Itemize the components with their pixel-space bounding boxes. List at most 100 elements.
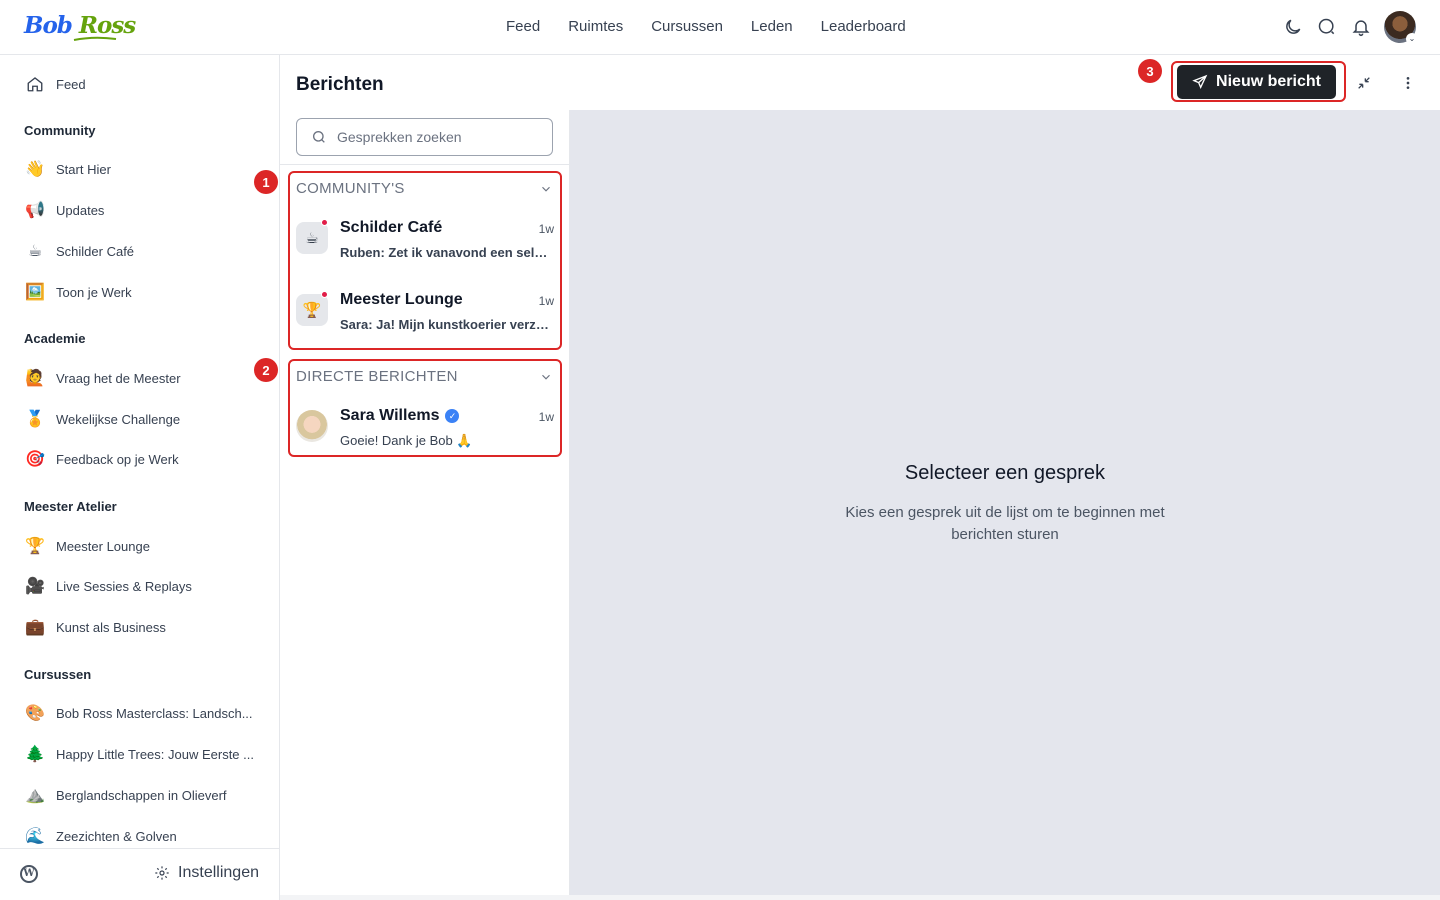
conversation-name: Schilder Café [340, 219, 443, 236]
trophy-icon: 🏆 [25, 538, 45, 555]
user-avatar[interactable]: ⌄ [1384, 11, 1418, 45]
conversation-schilder-cafe[interactable]: ☕ Schilder Café 1w Ruben: Zet ik vanavon… [296, 216, 554, 276]
wave-icon: 👋 [25, 161, 45, 178]
section-title-meester-atelier: Meester Atelier [24, 499, 117, 514]
chevron-down-icon: ⌄ [1406, 33, 1418, 45]
conversation-time: 1w [538, 294, 554, 308]
group-title-communities[interactable]: COMMUNITY'S [296, 180, 405, 197]
search-input[interactable] [337, 129, 537, 145]
section-title-community: Community [24, 123, 96, 138]
settings-button[interactable]: Instellingen [154, 864, 259, 882]
new-message-button[interactable]: Nieuw bericht [1177, 65, 1336, 99]
unread-dot [321, 291, 328, 298]
top-navigation: Feed Ruimtes Cursussen Leden Leaderboard [506, 18, 934, 35]
moon-icon[interactable] [1276, 10, 1310, 44]
nav-leaderboard[interactable]: Leaderboard [821, 18, 906, 35]
sidebar-item-label: Start Hier [56, 161, 111, 177]
sidebar-item-wekelijkse-challenge[interactable]: 🏅 Wekelijkse Challenge [24, 408, 180, 430]
avatar [296, 410, 328, 442]
settings-label: Instellingen [178, 864, 259, 881]
wave-water-icon: 🌊 [25, 828, 45, 845]
top-actions: ⌄ [1276, 10, 1418, 45]
coffee-icon: ☕ [27, 243, 43, 260]
nav-feed[interactable]: Feed [506, 18, 540, 35]
sidebar-item-zeezichten[interactable]: 🌊 Zeezichten & Golven [24, 825, 177, 847]
chevron-down-icon[interactable] [539, 182, 553, 196]
mountain-icon: ⛰️ [25, 787, 45, 804]
sidebar-item-updates[interactable]: 📢 Updates [24, 199, 104, 221]
camera-icon: 🎥 [25, 578, 45, 595]
empty-state-subtitle: Kies een gesprek uit de lijst om te begi… [845, 504, 1165, 543]
trophy-icon: 🏆 [296, 294, 328, 326]
palette-icon: 🎨 [25, 705, 45, 722]
search-box[interactable] [296, 118, 553, 156]
sidebar-item-label: Vraag het de Meester [56, 370, 181, 386]
sidebar-item-feed[interactable]: Feed [24, 73, 86, 95]
conversation-pane: Selecteer een gesprek Kies een gesprek u… [570, 110, 1440, 895]
sidebar-item-label: Bob Ross Masterclass: Landsch... [56, 705, 253, 721]
conversation-name: Meester Lounge [340, 291, 463, 308]
conversation-preview: Goeie! Dank je Bob 🙏 [340, 433, 473, 448]
sidebar-item-schilder-cafe[interactable]: ☕ Schilder Café [24, 240, 134, 262]
conversation-preview: Ruben: Zet ik vanavond een selectie klaa… [340, 245, 552, 260]
sidebar-item-meester-lounge[interactable]: 🏆 Meester Lounge [24, 535, 150, 557]
bottom-strip [280, 895, 1440, 900]
annotation-badge-2: 2 [254, 358, 278, 382]
sidebar-item-label: Updates [56, 202, 105, 218]
gear-icon [155, 866, 169, 880]
target-icon: 🎯 [25, 451, 45, 468]
bell-icon[interactable] [1344, 10, 1378, 44]
conversation-time: 1w [538, 410, 554, 424]
sidebar-item-label: Wekelijkse Challenge [56, 411, 181, 427]
sidebar-item-label: Toon je Werk [56, 284, 132, 300]
conversation-time: 1w [538, 222, 554, 236]
sidebar-item-toon-je-werk[interactable]: 🖼️ Toon je Werk [24, 281, 132, 303]
conversation-sara-willems[interactable]: Sara Willems ✓ 1w Goeie! Dank je Bob 🙏 [296, 404, 554, 464]
conversation-meester-lounge[interactable]: 🏆 Meester Lounge 1w Sara: Ja! Mijn kunst… [296, 288, 554, 348]
unread-dot [321, 219, 328, 226]
conversation-preview: Sara: Ja! Mijn kunstkoerier verzorgt het [340, 317, 552, 332]
sidebar-item-live-sessies[interactable]: 🎥 Live Sessies & Replays [24, 575, 192, 597]
nav-leden[interactable]: Leden [751, 18, 793, 35]
group-title-direct-messages[interactable]: DIRECTE BERICHTEN [296, 368, 458, 385]
conversation-name: Sara Willems ✓ [340, 407, 460, 425]
nav-cursussen[interactable]: Cursussen [651, 18, 723, 35]
sidebar: Feed Community 👋 Start Hier 📢 Updates ☕ Sch… [0, 55, 280, 900]
sidebar-item-label: Feedback op je Werk [56, 451, 179, 467]
sidebar-item-label: Live Sessies & Replays [56, 578, 192, 594]
search-icon[interactable] [1310, 10, 1344, 44]
collapse-icon[interactable] [1352, 71, 1376, 95]
more-options-icon[interactable] [1396, 71, 1420, 95]
tree-icon: 🌲 [25, 746, 45, 763]
sidebar-item-feedback-op-je-werk[interactable]: 🎯 Feedback op je Werk [24, 448, 179, 470]
page-title: Berichten [296, 74, 384, 95]
sidebar-item-masterclass[interactable]: 🎨 Bob Ross Masterclass: Landsch... [24, 702, 253, 724]
sidebar-item-label: Meester Lounge [56, 538, 150, 554]
annotation-badge-1: 1 [254, 170, 278, 194]
search-icon [313, 131, 325, 143]
sidebar-item-kunst-als-business[interactable]: 💼 Kunst als Business [24, 616, 166, 638]
divider [280, 164, 570, 165]
wordpress-icon[interactable]: W [20, 865, 38, 883]
sidebar-item-happy-little-trees[interactable]: 🌲 Happy Little Trees: Jouw Eerste ... [24, 743, 254, 765]
sidebar-item-start-hier[interactable]: 👋 Start Hier [24, 158, 111, 180]
sidebar-item-vraag-het-de-meester[interactable]: 🙋 Vraag het de Meester [24, 367, 181, 389]
sidebar-item-label: Schilder Café [56, 243, 135, 259]
picture-icon: 🖼️ [25, 284, 45, 301]
logo-swoosh [73, 36, 117, 41]
medal-icon: 🏅 [25, 411, 45, 428]
raised-hand-icon: 🙋 [25, 370, 45, 387]
sidebar-item-berglandschappen[interactable]: ⛰️ Berglandschappen in Olieverf [24, 784, 227, 806]
new-message-label: Nieuw bericht [1216, 73, 1321, 90]
conversation-list: 1 COMMUNITY'S ☕ Schilder Café 1w Ruben: … [254, 110, 570, 895]
coffee-icon: ☕ [296, 222, 328, 254]
nav-ruimtes[interactable]: Ruimtes [568, 18, 623, 35]
top-bar: Bob Ross Feed Ruimtes Cursussen Leden Le… [0, 0, 1440, 55]
send-icon [1192, 74, 1208, 89]
megaphone-icon: 📢 [25, 202, 45, 219]
sidebar-item-label: Kunst als Business [56, 619, 166, 635]
sidebar-item-label: Happy Little Trees: Jouw Eerste ... [56, 746, 254, 762]
annotation-badge-3: 3 [1138, 59, 1162, 83]
chevron-down-icon[interactable] [539, 370, 553, 384]
brand-logo[interactable]: Bob Ross [24, 12, 136, 39]
